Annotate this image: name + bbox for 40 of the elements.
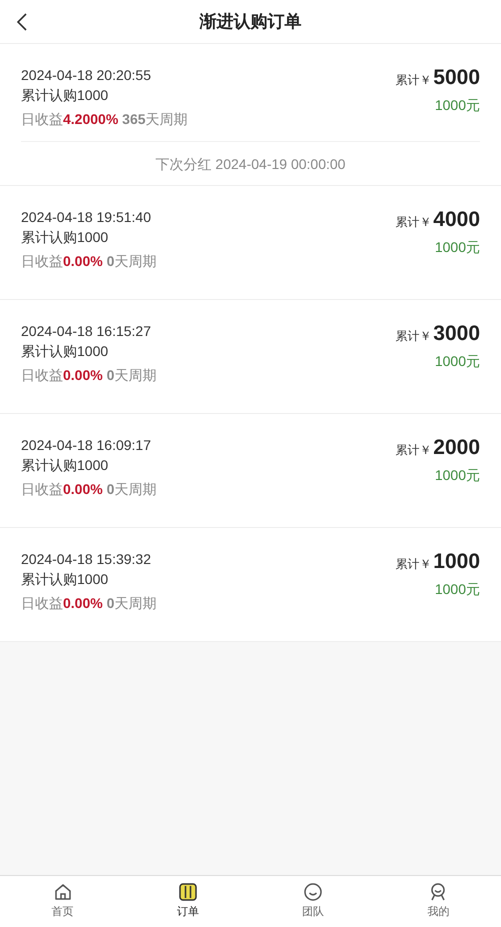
order-time: 2024-04-18 20:20:55 — [21, 66, 152, 85]
total-amount: 3000 — [433, 321, 480, 347]
total-amount: 5000 — [433, 65, 480, 91]
total-label: 累计￥ — [395, 442, 432, 459]
paid-amount: 1000元 — [434, 466, 480, 485]
order-time: 2024-04-18 19:51:40 — [21, 208, 152, 227]
paid-amount: 1000元 — [434, 238, 480, 257]
order-time: 2024-04-18 16:15:27 — [21, 322, 152, 341]
total-label: 累计￥ — [395, 72, 432, 89]
subscribed-total: 累计认购1000 — [21, 228, 110, 247]
daily-yield: 日收益0.00% 0天周期 — [21, 252, 156, 271]
back-icon — [16, 12, 28, 32]
order-time: 2024-04-18 15:39:32 — [21, 550, 152, 569]
subscribed-total: 累计认购1000 — [21, 456, 110, 475]
order-time: 2024-04-18 16:09:17 — [21, 436, 152, 455]
total-label: 累计￥ — [395, 214, 432, 231]
total-amount: 2000 — [433, 435, 480, 461]
subscribed-total: 累计认购1000 — [21, 570, 110, 589]
total-amount: 1000 — [433, 549, 480, 575]
page-title: 渐进认购订单 — [200, 10, 302, 33]
subscribed-total: 累计认购1000 — [21, 342, 110, 361]
nav-tab[interactable]: 首页 — [0, 876, 126, 927]
paid-amount: 1000元 — [434, 580, 480, 599]
daily-yield: 日收益0.00% 0天周期 — [21, 366, 156, 385]
subscribed-total: 累计认购1000 — [21, 86, 110, 105]
smiley-icon — [303, 882, 324, 902]
next-dividend: 下次分红 2024-04-19 00:00:00 — [156, 155, 346, 174]
total-label: 累计￥ — [395, 328, 432, 345]
daily-yield: 日收益0.00% 0天周期 — [21, 480, 156, 499]
total-label: 累计￥ — [395, 556, 432, 573]
paid-amount: 1000元 — [434, 96, 480, 115]
daily-yield: 日收益0.00% 0天周期 — [21, 594, 156, 613]
nav-tab[interactable]: 我的 — [376, 876, 501, 927]
total-amount: 4000 — [433, 207, 480, 233]
columns-icon — [178, 882, 198, 902]
paid-amount: 1000元 — [434, 352, 480, 371]
home-icon — [52, 882, 73, 902]
nav-tab[interactable]: 团队 — [250, 876, 376, 927]
daily-yield: 日收益4.2000% 365天周期 — [21, 110, 188, 129]
nav-tab[interactable]: 订单 — [125, 876, 250, 927]
